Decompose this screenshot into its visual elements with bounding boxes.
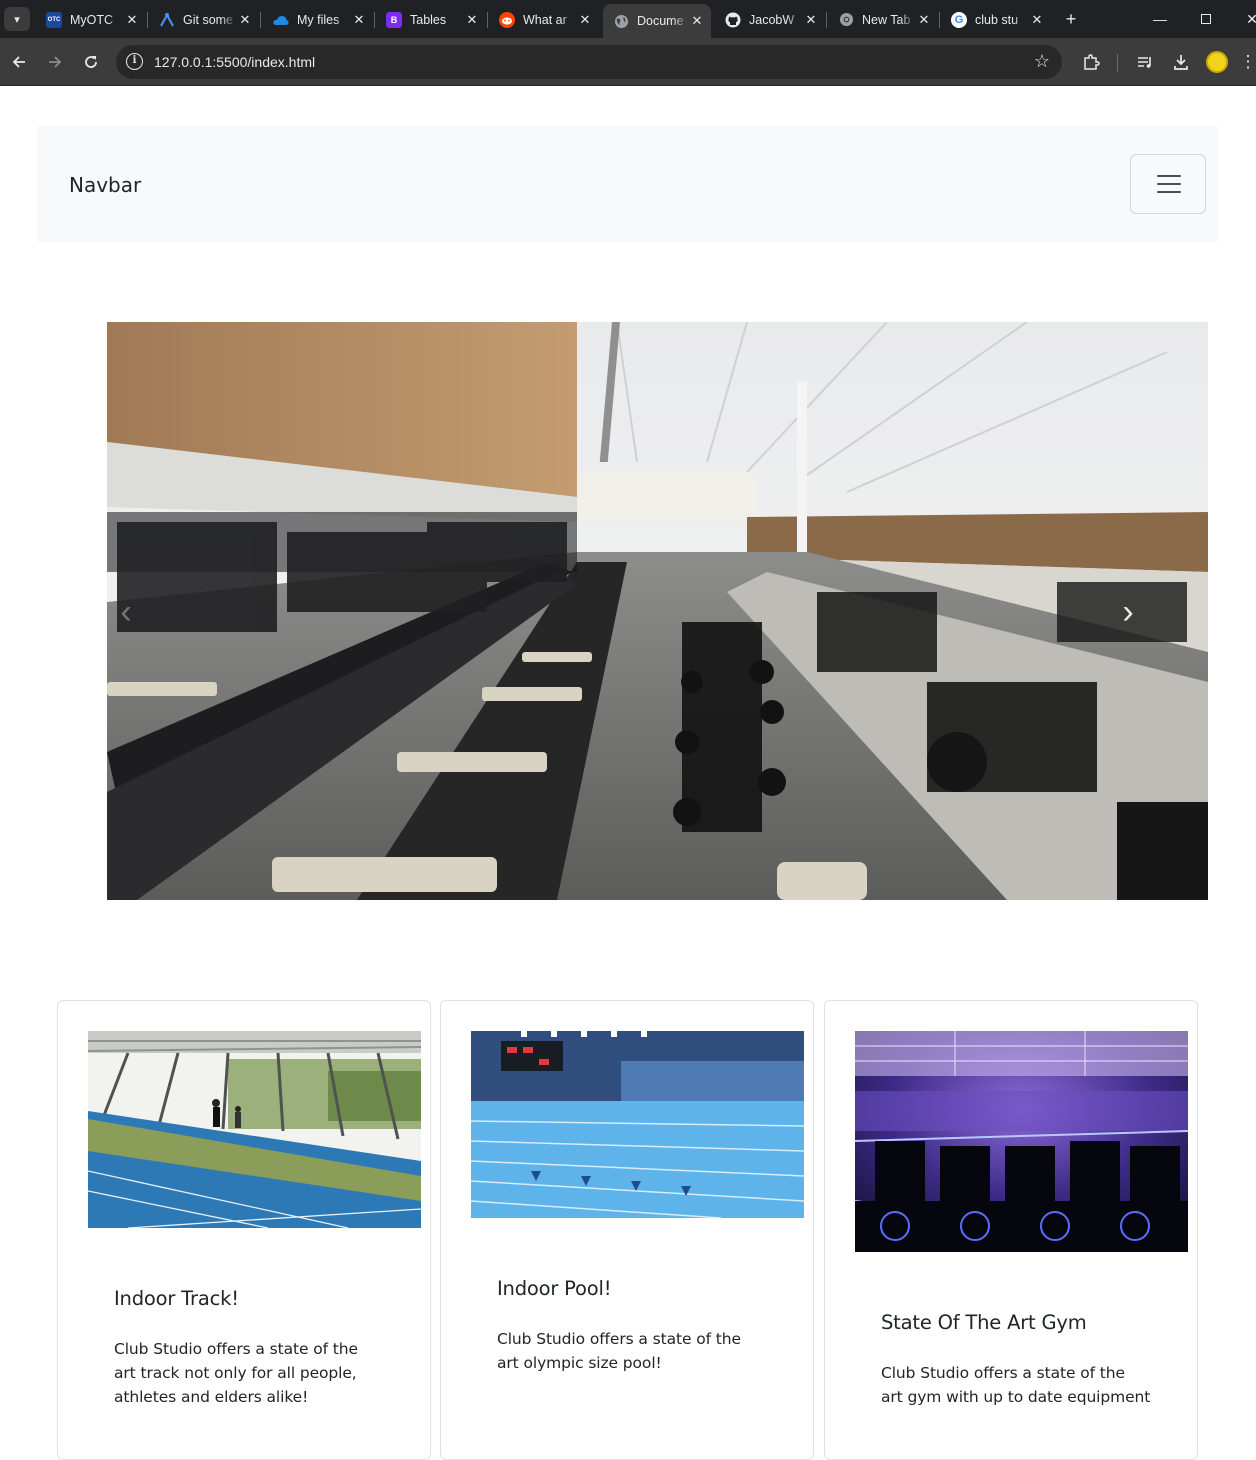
google-favicon-icon: G [951,11,967,28]
tab-title: What ar [523,12,567,27]
reddit-favicon-icon [499,11,515,28]
close-window-icon[interactable]: ✕ [1229,0,1256,38]
tab-title: Docume [637,14,684,28]
tab-title: My files [297,12,340,27]
new-tab-plus-icon[interactable]: + [1060,8,1082,30]
reload-icon[interactable] [79,50,103,74]
tab-myotc[interactable]: OTC MyOTC ✕ [36,5,146,34]
tab-separator [826,12,827,28]
browser-menu-kebab-icon[interactable]: ⋮ [1240,50,1256,74]
close-tab-icon[interactable]: ✕ [351,12,367,28]
profile-avatar[interactable] [1206,51,1228,73]
tab-title: MyOTC [70,12,114,27]
tab-title: New Tab [862,12,911,27]
bootstrap-favicon-icon: B [386,11,402,28]
bookmark-star-icon[interactable]: ☆ [1034,51,1050,72]
gym-interior-image [107,322,1208,900]
card-state-of-the-art-gym: State Of The Art Gym Club Studio offers … [824,1000,1198,1460]
download-icon[interactable] [1169,50,1193,74]
tab-separator [939,12,940,28]
browser-toolbar: i 127.0.0.1:5500/index.html ☆ ⋮ [0,38,1256,86]
address-bar[interactable]: i 127.0.0.1:5500/index.html ☆ [116,45,1062,79]
image-carousel: ‹ › [107,322,1208,900]
tab-newtab[interactable]: New Tab ✕ [828,5,938,34]
indoor-pool-image [471,1031,804,1218]
otc-favicon-icon: OTC [46,11,62,28]
carousel-next-chevron-icon[interactable]: › [1113,592,1143,632]
maximize-window-icon[interactable] [1183,0,1229,38]
tab-separator [147,12,148,28]
card-title: Indoor Pool! [497,1277,612,1300]
tab-document-active[interactable]: Docume ✕ [603,4,711,38]
tab-reddit[interactable]: What ar ✕ [489,5,599,34]
tab-git[interactable]: Git some ✕ [149,5,259,34]
close-tab-icon[interactable]: ✕ [689,13,705,29]
forward-arrow-icon[interactable] [43,50,67,74]
card-text: Club Studio offers a state of the art tr… [114,1340,358,1406]
card-indoor-pool: Indoor Pool! Club Studio offers a state … [440,1000,814,1460]
tab-title: Tables [410,12,447,27]
card-text: Club Studio offers a state of the art ol… [497,1330,741,1372]
carousel-prev-chevron-icon[interactable]: ‹ [111,592,141,632]
navbar-brand[interactable]: Navbar [69,173,141,197]
chrome-favicon-icon [838,12,854,28]
navbar-toggler-hamburger-icon[interactable] [1130,154,1206,214]
close-tab-icon[interactable]: ✕ [1029,12,1045,28]
card-title: Indoor Track! [114,1287,239,1310]
site-info-icon[interactable]: i [126,53,143,70]
tab-strip: ▾ OTC MyOTC ✕ Git some ✕ My files ✕ B Ta… [0,0,1256,38]
indoor-track-image [88,1031,421,1228]
close-tab-icon[interactable]: ✕ [577,12,593,28]
git-favicon-icon [159,12,175,28]
tab-title: Git some [183,12,234,27]
close-tab-icon[interactable]: ✕ [916,12,932,28]
close-tab-icon[interactable]: ✕ [124,12,140,28]
close-tab-icon[interactable]: ✕ [237,12,253,28]
tab-title: club stu [975,12,1019,27]
tab-separator [260,12,261,28]
card-title: State Of The Art Gym [881,1311,1087,1334]
tab-github[interactable]: JacobW ✕ [715,5,825,34]
card-indoor-track: Indoor Track! Club Studio offers a state… [57,1000,431,1460]
tab-search-chevron-icon[interactable]: ▾ [4,7,30,31]
globe-favicon-icon [613,13,629,29]
back-arrow-icon[interactable] [7,50,31,74]
close-tab-icon[interactable]: ✕ [464,12,480,28]
toolbar-divider [1117,54,1118,72]
card-text: Club Studio offers a state of the art gy… [881,1364,1151,1406]
tab-club-studio-search[interactable]: G club stu ✕ [941,5,1051,34]
cycling-studio-image [855,1031,1188,1252]
tab-tables[interactable]: B Tables ✕ [376,5,486,34]
media-playlist-icon[interactable] [1133,50,1157,74]
url-text[interactable]: 127.0.0.1:5500/index.html [154,54,315,70]
navbar: Navbar [37,126,1218,242]
tab-myfiles[interactable]: My files ✕ [263,5,373,34]
extensions-puzzle-icon[interactable] [1079,50,1103,74]
onedrive-cloud-icon [273,12,289,28]
tab-separator [374,12,375,28]
minimize-window-icon[interactable]: — [1137,0,1183,38]
close-tab-icon[interactable]: ✕ [803,12,819,28]
tab-separator [487,12,488,28]
tab-title: JacobW [749,12,795,27]
github-favicon-icon [725,12,741,28]
